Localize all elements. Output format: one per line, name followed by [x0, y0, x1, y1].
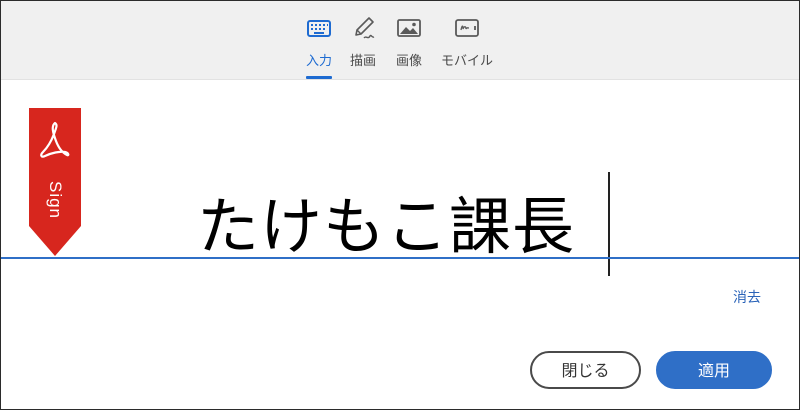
sign-label: Sign [46, 180, 65, 220]
signature-canvas[interactable]: Sign たけもこ課長 消去 閉じる 適用 [1, 80, 799, 409]
tab-image[interactable]: 画像 [377, 15, 441, 79]
apply-button[interactable]: 適用 [656, 351, 772, 389]
sign-badge-label: Sign [29, 165, 81, 235]
signature-dialog: 入力 描画 画像 モバイル Sign たけもこ課長 消去 閉じる 適用 [0, 0, 800, 410]
typed-signature: たけもこ課長 [197, 190, 576, 263]
keyboard-icon [307, 20, 331, 37]
close-button[interactable]: 閉じる [530, 351, 641, 389]
text-caret [608, 172, 610, 276]
image-icon [397, 19, 421, 37]
active-tab-indicator [306, 76, 332, 79]
mode-toolbar: 入力 描画 画像 モバイル [1, 1, 799, 80]
clear-link[interactable]: 消去 [733, 287, 761, 307]
mode-tabs: 入力 描画 画像 モバイル [1, 1, 799, 79]
mobile-icon [455, 19, 479, 37]
tab-label: 画像 [395, 54, 422, 69]
tab-label: モバイル [440, 54, 493, 69]
pen-draw-icon [355, 17, 375, 39]
signature-baseline [1, 257, 799, 259]
tab-mobile[interactable]: モバイル [435, 15, 499, 79]
